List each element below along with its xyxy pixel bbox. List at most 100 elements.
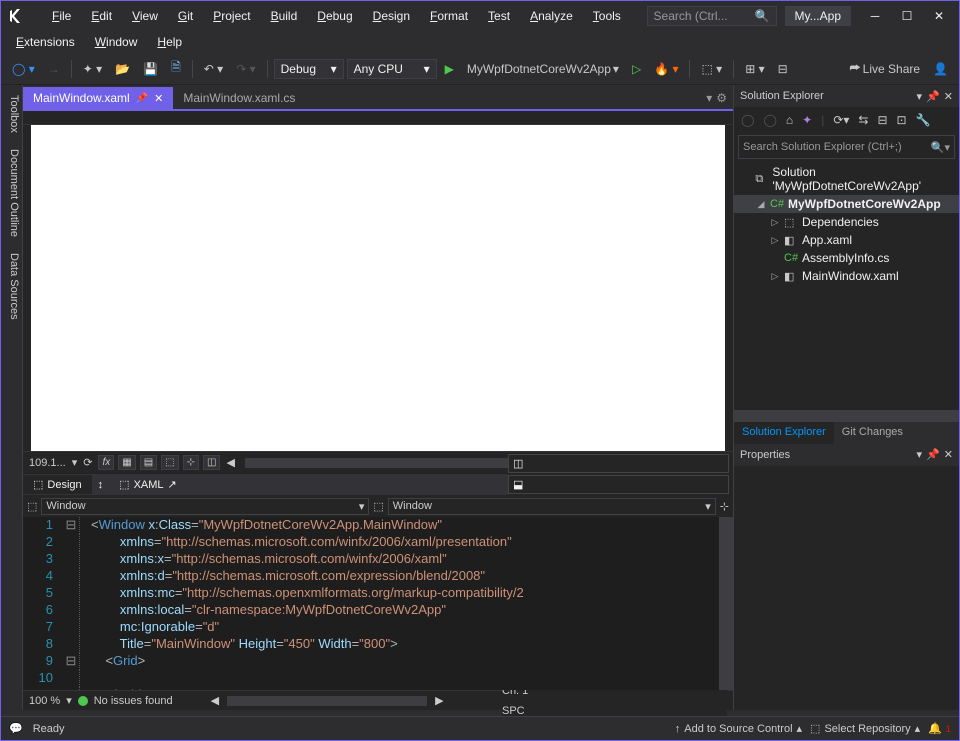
search-input[interactable]: Search (Ctrl... 🔍 bbox=[647, 6, 777, 26]
xaml-tab[interactable]: ⬚ XAML ↗ bbox=[109, 475, 187, 494]
live-share-button[interactable]: ⮫ Live Share bbox=[844, 58, 925, 79]
toolbar-misc-2[interactable]: ⊞ ▾ bbox=[740, 59, 769, 79]
start-without-debug-button[interactable]: ▷ bbox=[627, 59, 646, 79]
issues-label[interactable]: No issues found bbox=[94, 695, 173, 707]
repo-button[interactable]: ⬚ Select Repository ▴ bbox=[810, 722, 920, 735]
platform-dropdown[interactable]: Any CPU▾ bbox=[347, 59, 437, 79]
ruler-icon[interactable]: ◫ bbox=[203, 455, 220, 470]
project-selector[interactable]: My...App bbox=[785, 6, 851, 26]
toolbar-misc-3[interactable]: ⊟ bbox=[773, 59, 793, 79]
tree-item[interactable]: ▷◧App.xaml bbox=[734, 231, 959, 249]
notifications-button[interactable]: 🔔1 bbox=[928, 722, 951, 735]
nav-left-dropdown[interactable]: Window▾ bbox=[41, 498, 369, 515]
tab-MainWindow.xaml[interactable]: MainWindow.xaml 📌 ✕ bbox=[23, 87, 173, 109]
scroll-right-icon[interactable]: ▶ bbox=[435, 694, 443, 707]
panel-pin-icon[interactable]: 📌 bbox=[926, 90, 940, 103]
menu-view[interactable]: View bbox=[123, 5, 167, 27]
tab-dropdown-icon[interactable]: ▾ bbox=[706, 91, 712, 105]
indent-indicator[interactable]: SPC bbox=[502, 705, 727, 717]
zoom-refresh-icon[interactable]: ⟳ bbox=[83, 456, 92, 469]
account-button[interactable]: 👤 bbox=[928, 59, 953, 79]
design-tab[interactable]: ⬚ Design bbox=[23, 475, 92, 494]
code-editor[interactable]: 1⊟<Window x:Class="MyWpfDotnetCoreWv2App… bbox=[23, 517, 733, 690]
tree-item[interactable]: C#AssemblyInfo.cs bbox=[734, 249, 959, 267]
se-collapse-icon[interactable]: ⊟ bbox=[874, 111, 890, 129]
panel-close-icon[interactable]: ✕ bbox=[944, 448, 953, 461]
menu-debug[interactable]: Debug bbox=[308, 5, 361, 27]
tree-item[interactable]: ⧉Solution 'MyWpfDotnetCoreWv2App' bbox=[734, 163, 959, 195]
menu-help[interactable]: Help bbox=[148, 32, 191, 52]
menu-tools[interactable]: Tools bbox=[584, 5, 630, 27]
split-horiz-icon[interactable]: ⬓ bbox=[508, 475, 729, 494]
menu-format[interactable]: Format bbox=[421, 5, 477, 27]
open-button[interactable]: 📂 bbox=[110, 59, 135, 79]
config-dropdown[interactable]: Debug▾ bbox=[274, 59, 344, 79]
tab-settings-icon[interactable]: ⚙ bbox=[716, 91, 727, 105]
toolbar-misc-1[interactable]: ⬚ ▾ bbox=[696, 59, 727, 79]
fx-icon[interactable]: fx bbox=[98, 455, 114, 470]
zoom-value[interactable]: 109.1... bbox=[29, 457, 66, 469]
panel-pin-icon[interactable]: 📌 bbox=[926, 448, 940, 461]
maximize-button[interactable]: ☐ bbox=[893, 6, 921, 26]
se-fwd-icon[interactable]: ◯ bbox=[760, 111, 779, 129]
grid-icon[interactable]: ▦ bbox=[118, 455, 135, 470]
swap-panes-button[interactable]: ↕ bbox=[92, 476, 110, 494]
se-properties-icon[interactable]: 🔧 bbox=[913, 111, 934, 129]
menu-file[interactable]: File bbox=[43, 5, 80, 27]
menu-edit[interactable]: Edit bbox=[82, 5, 121, 27]
nav-back-button[interactable]: ◯ ▾ bbox=[7, 59, 40, 79]
code-scrollbar[interactable] bbox=[719, 517, 733, 690]
output-icon[interactable]: 💬 bbox=[9, 722, 23, 735]
code-zoom[interactable]: 100 % bbox=[29, 695, 60, 707]
se-search-input[interactable]: Search Solution Explorer (Ctrl+;) 🔍▾ bbox=[738, 135, 955, 159]
rail-toolbox[interactable]: Toolbox bbox=[1, 91, 22, 137]
scroll-left-icon[interactable]: ◀ bbox=[226, 456, 234, 469]
save-button[interactable]: 💾 bbox=[138, 59, 163, 79]
panel-tab-git-changes[interactable]: Git Changes bbox=[834, 422, 911, 444]
menu-build[interactable]: Build bbox=[262, 5, 307, 27]
nav-fwd-button[interactable]: → bbox=[43, 59, 65, 79]
tree-hscrollbar[interactable] bbox=[734, 410, 959, 422]
source-control-button[interactable]: ↑ Add to Source Control ▴ bbox=[675, 722, 802, 735]
tree-item[interactable]: ▷◧MainWindow.xaml bbox=[734, 267, 959, 285]
split-vert-icon[interactable]: ◫ bbox=[508, 454, 729, 473]
se-back-icon[interactable]: ◯ bbox=[738, 111, 757, 129]
guides-icon[interactable]: ⊹ bbox=[183, 455, 199, 470]
new-item-button[interactable]: ✦ ▾ bbox=[78, 59, 107, 79]
nav-right-dropdown[interactable]: Window▾ bbox=[388, 498, 716, 515]
menu-test[interactable]: Test bbox=[479, 5, 519, 27]
rail-data-sources[interactable]: Data Sources bbox=[1, 249, 22, 324]
close-button[interactable]: ✕ bbox=[925, 6, 953, 26]
panel-tab-solution-explorer[interactable]: Solution Explorer bbox=[734, 422, 834, 444]
menu-git[interactable]: Git bbox=[169, 5, 202, 27]
se-home-icon[interactable]: ⌂ bbox=[783, 111, 796, 129]
se-sync-icon[interactable]: ⟳▾ bbox=[830, 111, 852, 129]
redo-button[interactable]: ↷ ▾ bbox=[231, 59, 260, 79]
save-all-button[interactable]: 🗎 bbox=[166, 55, 186, 82]
panel-dropdown-icon[interactable]: ▾ bbox=[917, 90, 923, 103]
se-showall-icon[interactable]: ⊡ bbox=[894, 111, 910, 129]
start-debug-button[interactable]: ▶ bbox=[440, 59, 459, 79]
snap-icon[interactable]: ▤ bbox=[140, 455, 157, 470]
menu-project[interactable]: Project bbox=[204, 5, 259, 27]
tree-item[interactable]: ◢C#MyWpfDotnetCoreWv2App bbox=[734, 195, 959, 213]
se-switch-icon[interactable]: ✦ bbox=[799, 111, 815, 129]
undo-button[interactable]: ↶ ▾ bbox=[199, 59, 228, 79]
hot-reload-button[interactable]: 🔥 ▾ bbox=[649, 59, 683, 79]
panel-close-icon[interactable]: ✕ bbox=[944, 90, 953, 103]
menu-extensions[interactable]: Extensions bbox=[7, 32, 84, 52]
menu-design[interactable]: Design bbox=[364, 5, 419, 27]
rail-document-outline[interactable]: Document Outline bbox=[1, 145, 22, 241]
boundary-icon[interactable]: ⬚ bbox=[161, 455, 178, 470]
menu-analyze[interactable]: Analyze bbox=[521, 5, 582, 27]
panel-dropdown-icon[interactable]: ▾ bbox=[917, 448, 923, 461]
menu-window[interactable]: Window bbox=[86, 32, 147, 52]
nav-split-icon[interactable]: ⊹ bbox=[720, 500, 729, 513]
se-filter-icon[interactable]: ⇆ bbox=[855, 111, 871, 129]
run-target-dropdown[interactable]: MyWpfDotnetCoreWv2App ▾ bbox=[462, 59, 624, 79]
tree-item[interactable]: ▷⬚Dependencies bbox=[734, 213, 959, 231]
minimize-button[interactable]: ─ bbox=[861, 6, 889, 26]
scroll-left-icon[interactable]: ◀ bbox=[211, 694, 219, 707]
code-hscrollbar[interactable] bbox=[227, 696, 427, 706]
tab-MainWindow.xaml.cs[interactable]: MainWindow.xaml.cs bbox=[173, 87, 305, 109]
